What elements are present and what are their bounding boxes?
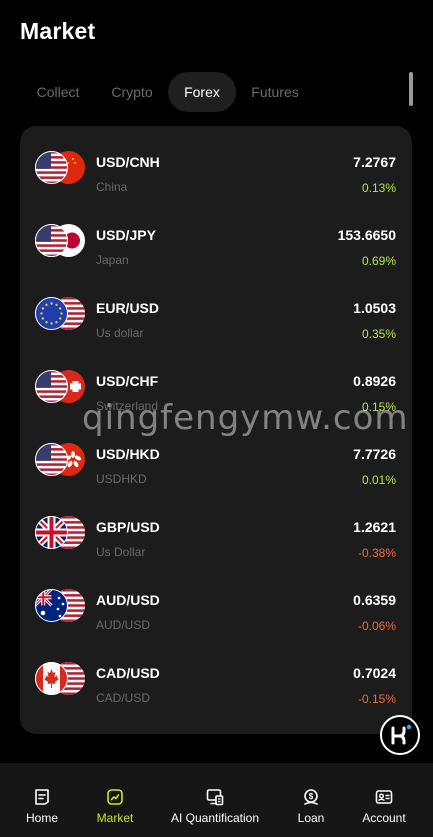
market-row-usd-hkd[interactable]: USD/HKD USDHKD 7.7726 0.01% (20, 418, 412, 491)
pair-name: USD/CHF (96, 373, 159, 389)
pair-name: USD/HKD (96, 446, 160, 462)
pair-price: 1.2621 (353, 519, 396, 535)
market-list: USD/CNH China 7.2767 0.13% USD/JPY Japan… (20, 126, 412, 734)
market-row-gbp-usd[interactable]: GBP/USD Us Dollar 1.2621 -0.38% (20, 491, 412, 564)
usd-hkd-flag-icon (35, 443, 85, 476)
svg-text:$: $ (309, 792, 314, 801)
pair-name: GBP/USD (96, 519, 160, 535)
cad-usd-flag-icon (35, 662, 85, 695)
nav-account-label: Account (362, 811, 406, 825)
gbp-usd-flag-icon (35, 516, 85, 549)
pair-change: 0.35% (361, 327, 396, 341)
pair-name: USD/CNH (96, 154, 160, 170)
market-row-aud-usd[interactable]: AUD/USD AUD/USD 0.6359 -0.06% (20, 564, 412, 637)
market-row-cad-usd[interactable]: CAD/USD CAD/USD 0.7024 -0.15% (20, 637, 412, 710)
tab-collect[interactable]: Collect (20, 72, 96, 112)
nav-account[interactable]: Account (354, 763, 414, 837)
pair-region: AUD/USD (96, 618, 151, 632)
tabs-scrollbar[interactable] (409, 72, 413, 106)
nav-ai-quantification[interactable]: AI Quantification (162, 763, 268, 837)
home-icon (35, 789, 49, 805)
pair-change: 0.13% (361, 181, 396, 195)
nav-home[interactable]: Home (12, 763, 72, 837)
nav-market-label: Market (96, 811, 134, 825)
market-row-usd-cnh[interactable]: USD/CNH China 7.2767 0.13% (20, 126, 412, 199)
loan-icon: $ (304, 789, 318, 805)
pair-name: USD/JPY (96, 227, 156, 243)
usd-jpy-flag-icon (35, 224, 85, 257)
pair-price: 0.7024 (353, 665, 396, 681)
tab-crypto[interactable]: Crypto (96, 72, 168, 112)
eur-usd-flag-icon (35, 297, 85, 330)
account-icon (375, 790, 393, 804)
nav-ai-quantification-label: AI Quantification (170, 811, 260, 825)
pair-price: 0.8926 (353, 373, 396, 389)
ai-quantification-icon (206, 789, 224, 806)
pair-change: 0.01% (361, 473, 396, 487)
pair-region: USDHKD (96, 472, 147, 486)
nav-home-label: Home (25, 811, 58, 825)
pair-region: Us Dollar (96, 545, 146, 559)
nav-market[interactable]: Market (85, 763, 145, 837)
pair-change: -0.38% (357, 546, 396, 560)
pair-price: 7.7726 (353, 446, 396, 462)
pair-region: CAD/USD (96, 691, 151, 705)
pair-region: Switzerland (96, 399, 159, 413)
market-tabs: Collect Crypto Forex Futures (20, 72, 413, 112)
tab-forex[interactable]: Forex (168, 72, 236, 112)
pair-change: 0.15% (361, 400, 396, 414)
tab-futures[interactable]: Futures (236, 72, 314, 112)
page-title: Market (20, 18, 96, 44)
usd-chf-flag-icon (35, 370, 85, 403)
nav-loan[interactable]: $ Loan (281, 763, 341, 837)
market-row-usd-chf[interactable]: USD/CHF Switzerland 0.8926 0.15% (20, 345, 412, 418)
pair-change: -0.06% (357, 619, 396, 633)
pair-price: 0.6359 (353, 592, 396, 608)
pair-region: China (96, 180, 128, 194)
pair-region: Japan (96, 253, 129, 267)
market-icon (107, 789, 123, 805)
nav-loan-label: Loan (297, 811, 325, 825)
k-logo-icon (391, 724, 412, 745)
pair-name: EUR/USD (96, 300, 160, 316)
pair-change: -0.15% (357, 692, 396, 706)
pair-name: AUD/USD (96, 592, 160, 608)
pair-price: 153.6650 (337, 227, 396, 243)
aud-usd-flag-icon (35, 589, 85, 622)
bottom-nav: Home Market AI Quantification $ Loan Acc… (0, 763, 433, 837)
customer-service-button[interactable] (380, 715, 420, 755)
pair-change: 0.69% (361, 254, 396, 268)
pair-name: CAD/USD (96, 665, 160, 681)
pair-region: Us dollar (96, 326, 144, 340)
pair-price: 1.0503 (353, 300, 396, 316)
usd-cnh-flag-icon (35, 151, 85, 184)
market-row-usd-jpy[interactable]: USD/JPY Japan 153.6650 0.69% (20, 199, 412, 272)
pair-price: 7.2767 (353, 154, 396, 170)
market-row-eur-usd[interactable]: EUR/USD Us dollar 1.0503 0.35% (20, 272, 412, 345)
